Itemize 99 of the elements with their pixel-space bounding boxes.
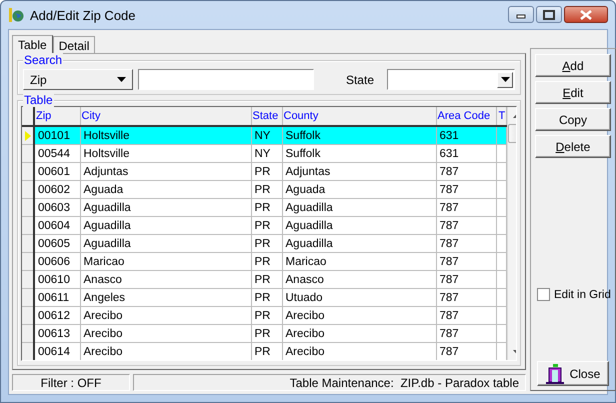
- row-pointer-icon: [25, 130, 31, 140]
- table-cell: Angeles: [80, 288, 251, 306]
- table-cell: PR: [251, 324, 282, 342]
- table-cell: NY: [251, 144, 282, 162]
- table-cell: 00605: [34, 234, 80, 252]
- table-cell: PR: [251, 180, 282, 198]
- close-button[interactable]: [564, 6, 608, 23]
- dropdown-arrow-icon: [500, 77, 510, 82]
- table-cell: 631: [436, 126, 496, 144]
- table-cell: 00101: [34, 126, 80, 144]
- table-cell: 00544: [34, 144, 80, 162]
- table-cell: 00602: [34, 180, 80, 198]
- table-cell: Aguadilla: [282, 198, 436, 216]
- table-cell: PR: [251, 162, 282, 180]
- table-cell: 787: [436, 306, 496, 324]
- table-cell: Aguada: [80, 180, 251, 198]
- search-field[interactable]: [138, 69, 314, 90]
- minimize-button[interactable]: [508, 6, 534, 23]
- table-cell: Holtsville: [80, 144, 251, 162]
- table-cell: 00601: [34, 162, 80, 180]
- column-header[interactable]: Zip: [34, 107, 80, 126]
- table-cell: Maricao: [80, 252, 251, 270]
- checkbox-label: Edit in Grid: [554, 288, 611, 300]
- group-title: Table: [23, 93, 54, 107]
- state-dropdown[interactable]: [387, 69, 515, 90]
- close-icon: [578, 8, 594, 20]
- close-button[interactable]: Close: [537, 361, 609, 386]
- search-field-dropdown[interactable]: Zip: [23, 69, 133, 90]
- table-cell: 00606: [34, 252, 80, 270]
- group-title: Search: [23, 53, 64, 67]
- column-header[interactable]: Area Code: [436, 107, 496, 126]
- column-header[interactable]: City: [80, 107, 251, 126]
- table-cell: Aguadilla: [80, 216, 251, 234]
- table-cell: 787: [436, 162, 496, 180]
- table-cell: Aguadilla: [282, 234, 436, 252]
- table-cell: PR: [251, 342, 282, 360]
- edit-in-grid-checkbox[interactable]: [537, 288, 550, 301]
- filter-status: Filter : OFF: [12, 374, 130, 391]
- table-cell: 00612: [34, 306, 80, 324]
- table-cell: PR: [251, 252, 282, 270]
- table-cell: Aguadilla: [80, 198, 251, 216]
- table-cell: 00604: [34, 216, 80, 234]
- table-cell: 787: [436, 270, 496, 288]
- action-button[interactable]: Edit: [535, 81, 611, 104]
- table-cell: 787: [436, 234, 496, 252]
- table-cell: Arecibo: [80, 342, 251, 360]
- table-cell: Anasco: [282, 270, 436, 288]
- table-cell: Arecibo: [282, 306, 436, 324]
- table-cell: 787: [436, 216, 496, 234]
- column-header[interactable]: State: [251, 107, 282, 126]
- table-cell: 00614: [34, 342, 80, 360]
- table-cell: 787: [436, 198, 496, 216]
- table-cell: PR: [251, 234, 282, 252]
- table-cell: PR: [251, 288, 282, 306]
- table-cell: 787: [436, 252, 496, 270]
- maximize-icon: [541, 8, 557, 20]
- column-header[interactable]: County: [282, 107, 436, 126]
- table-cell: 00611: [34, 288, 80, 306]
- table-cell: 00603: [34, 198, 80, 216]
- table-cell: 787: [436, 180, 496, 198]
- table-cell: PR: [251, 198, 282, 216]
- table-cell: Arecibo: [80, 306, 251, 324]
- state-label: State: [346, 72, 374, 86]
- table-cell: 787: [436, 342, 496, 360]
- table-cell: Suffolk: [282, 126, 436, 144]
- table-cell: Arecibo: [80, 324, 251, 342]
- column-header[interactable]: T: [496, 107, 506, 126]
- dropdown-arrow-icon: [117, 77, 126, 82]
- table-cell: 787: [436, 288, 496, 306]
- door-exit-icon: [546, 364, 564, 384]
- table-info-status: Table Maintenance: ZIP.db - Paradox table: [133, 374, 526, 391]
- table-cell: 00610: [34, 270, 80, 288]
- table-cell: Maricao: [282, 252, 436, 270]
- action-button[interactable]: Add: [535, 54, 611, 77]
- table-cell: Aguadilla: [282, 216, 436, 234]
- table-cell: Suffolk: [282, 144, 436, 162]
- table-cell: Adjuntas: [282, 162, 436, 180]
- table-cell: PR: [251, 306, 282, 324]
- table-cell: PR: [251, 270, 282, 288]
- tab[interactable]: Table: [12, 35, 53, 54]
- table-cell: Utuado: [282, 288, 436, 306]
- table-cell: Arecibo: [282, 342, 436, 360]
- table-cell: NY: [251, 126, 282, 144]
- table-cell: Aguada: [282, 180, 436, 198]
- window-title: Add/Edit Zip Code: [30, 8, 137, 22]
- table-cell: Adjuntas: [80, 162, 251, 180]
- action-button[interactable]: Delete: [535, 135, 611, 158]
- tab[interactable]: Detail: [52, 36, 96, 53]
- action-button[interactable]: Copy: [535, 108, 611, 131]
- globe-icon: [8, 7, 24, 23]
- table-cell: 631: [436, 144, 496, 162]
- table-cell: PR: [251, 216, 282, 234]
- table-cell: 787: [436, 324, 496, 342]
- table-cell: 00613: [34, 324, 80, 342]
- maximize-button[interactable]: [536, 6, 562, 23]
- table-cell: Aguadilla: [80, 234, 251, 252]
- table-cell: Holtsville: [80, 126, 251, 144]
- table-cell: Arecibo: [282, 324, 436, 342]
- table-cell: Anasco: [80, 270, 251, 288]
